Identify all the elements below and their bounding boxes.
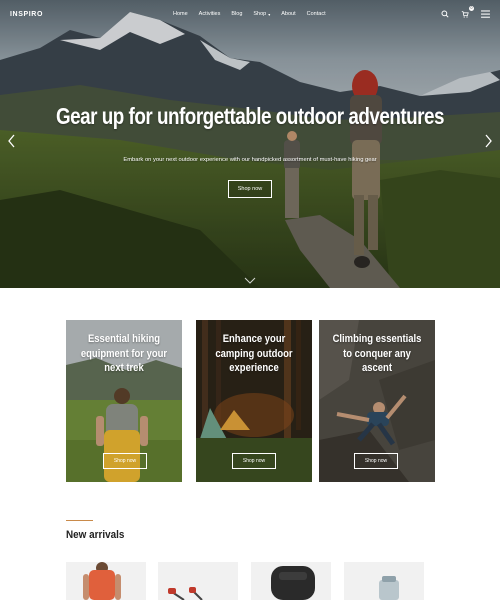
nav-item-shop-label: Shop	[253, 11, 267, 17]
main-menu: Home Activities Blog Shop ▾ About Contac…	[173, 0, 326, 28]
product-card[interactable]	[158, 562, 238, 600]
cart-icon[interactable]: 0	[460, 6, 474, 19]
product-card[interactable]	[66, 562, 146, 600]
product-card[interactable]	[344, 562, 424, 600]
category-card-camping[interactable]: Enhance your camping outdoor experience …	[196, 320, 312, 482]
new-arrivals-title: New arrivals	[66, 529, 125, 541]
product-image-backpack	[251, 562, 331, 600]
nav-item-about[interactable]: About	[281, 11, 295, 17]
nav-item-blog[interactable]: Blog	[231, 11, 242, 17]
product-image-water-bottle	[344, 562, 424, 600]
top-navigation: INSPIRO Home Activities Blog Shop ▾ Abou…	[0, 0, 500, 28]
category-card-title: Enhance your camping outdoor experience	[215, 333, 293, 374]
slider-next-arrow-icon[interactable]	[482, 134, 494, 148]
category-shop-now-button[interactable]: Shop now	[103, 453, 147, 469]
cart-count-badge: 0	[469, 6, 474, 11]
slider-prev-arrow-icon[interactable]	[6, 134, 18, 148]
category-card-title: Climbing essentials to conquer any ascen…	[332, 333, 422, 374]
section-accent-line	[66, 520, 93, 521]
hero-background-image	[0, 0, 500, 288]
product-card[interactable]	[251, 562, 331, 600]
hero-banner: INSPIRO Home Activities Blog Shop ▾ Abou…	[0, 0, 500, 288]
chevron-down-icon: ▾	[268, 11, 271, 17]
nav-item-contact[interactable]: Contact	[307, 11, 326, 17]
category-card-title: Essential hiking equipment for your next…	[80, 333, 168, 374]
nav-item-home[interactable]: Home	[173, 11, 188, 17]
hero-title: Gear up for unforgettable outdoor advent…	[55, 103, 445, 129]
hero-shop-now-button[interactable]: Shop now	[228, 180, 272, 198]
menu-icon[interactable]	[480, 9, 490, 19]
site-logo[interactable]: INSPIRO	[10, 11, 43, 18]
category-shop-now-button[interactable]: Shop now	[354, 453, 398, 469]
hero-subtitle: Embark on your next outdoor experience w…	[123, 157, 377, 163]
nav-item-shop[interactable]: Shop ▾	[253, 11, 270, 17]
category-shop-now-button[interactable]: Shop now	[232, 453, 276, 469]
nav-icons: 0	[440, 0, 490, 28]
search-icon[interactable]	[440, 9, 450, 19]
category-card-hiking[interactable]: Essential hiking equipment for your next…	[66, 320, 182, 482]
nav-item-activities[interactable]: Activities	[199, 11, 221, 17]
product-image-jacket-woman	[66, 562, 146, 600]
category-card-climbing[interactable]: Climbing essentials to conquer any ascen…	[319, 320, 435, 482]
product-image-trekking-poles	[158, 562, 238, 600]
scroll-down-chevron-icon[interactable]	[244, 272, 256, 284]
